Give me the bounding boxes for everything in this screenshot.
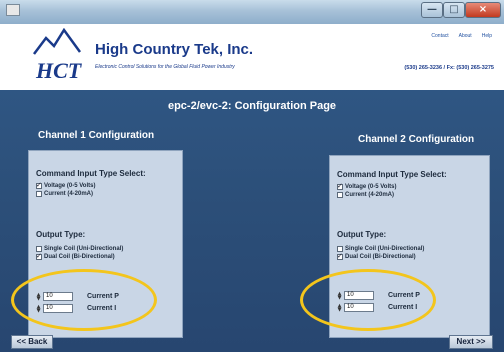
channel-1-title: Channel 1 Configuration	[38, 130, 155, 141]
voltage-label: Voltage (0-5 Volts)	[44, 183, 96, 189]
current-label: Current (4-20mA)	[44, 191, 94, 197]
hct-logo-icon: HCT	[33, 28, 83, 83]
voltage-option[interactable]: Voltage (0-5 Volts)	[337, 182, 397, 190]
single-coil-label: Single Coil (Uni-Directional)	[345, 246, 425, 252]
company-name: High Country Tek, Inc.	[95, 41, 254, 58]
dual-coil-checkbox[interactable]	[36, 252, 42, 260]
command-input-heading: Command Input Type Select:	[337, 170, 447, 179]
single-coil-label: Single Coil (Uni-Directional)	[44, 246, 124, 252]
single-coil-option[interactable]: Single Coil (Uni-Directional)	[337, 246, 424, 252]
dual-coil-label: Dual Coil (Bi-Directional)	[345, 254, 416, 260]
maximize-button[interactable]: □	[443, 2, 465, 18]
highlight-ellipse-channel-1	[11, 269, 157, 331]
app-icon	[6, 4, 20, 16]
current-label: Current (4-20mA)	[345, 192, 395, 198]
current-checkbox[interactable]	[337, 192, 343, 198]
voltage-option[interactable]: Voltage (0-5 Volts)	[36, 181, 96, 189]
top-links: Contact About Help	[431, 33, 492, 39]
page-title: epc-2/evc-2: Configuration Page	[167, 100, 337, 112]
link-contact[interactable]: Contact	[431, 33, 448, 39]
output-type-heading: Output Type:	[36, 230, 86, 239]
voltage-checkbox[interactable]	[36, 181, 42, 189]
voltage-label: Voltage (0-5 Volts)	[345, 184, 397, 190]
contact-phone: (530) 265-3236 / Fx: (530) 265-3275	[404, 65, 494, 71]
voltage-checkbox[interactable]	[337, 182, 343, 190]
command-input-heading: Command Input Type Select:	[36, 169, 146, 178]
single-coil-option[interactable]: Single Coil (Uni-Directional)	[36, 246, 123, 252]
highlight-ellipse-channel-2	[300, 269, 436, 331]
link-help[interactable]: Help	[482, 33, 492, 39]
link-about[interactable]: About	[459, 33, 472, 39]
company-tagline: Electronic Control Solutions for the Glo…	[95, 64, 235, 70]
dual-coil-checkbox[interactable]	[337, 252, 343, 260]
channel-2-title: Channel 2 Configuration	[358, 134, 475, 145]
dual-coil-option[interactable]: Dual Coil (Bi-Directional)	[36, 252, 115, 260]
back-button[interactable]: << Back	[11, 335, 53, 349]
current-option[interactable]: Current (4-20mA)	[36, 191, 93, 197]
current-checkbox[interactable]	[36, 191, 42, 197]
window-titlebar: — □ ×	[0, 0, 504, 24]
close-button[interactable]: ×	[465, 2, 501, 18]
output-type-heading: Output Type:	[337, 230, 387, 239]
current-option[interactable]: Current (4-20mA)	[337, 192, 394, 198]
svg-text:HCT: HCT	[35, 58, 83, 83]
site-header: HCT High Country Tek, Inc. Electronic Co…	[0, 24, 504, 90]
next-button[interactable]: Next >>	[449, 335, 493, 349]
dual-coil-label: Dual Coil (Bi-Directional)	[44, 254, 115, 260]
dual-coil-option[interactable]: Dual Coil (Bi-Directional)	[337, 252, 416, 260]
minimize-button[interactable]: —	[421, 2, 443, 18]
